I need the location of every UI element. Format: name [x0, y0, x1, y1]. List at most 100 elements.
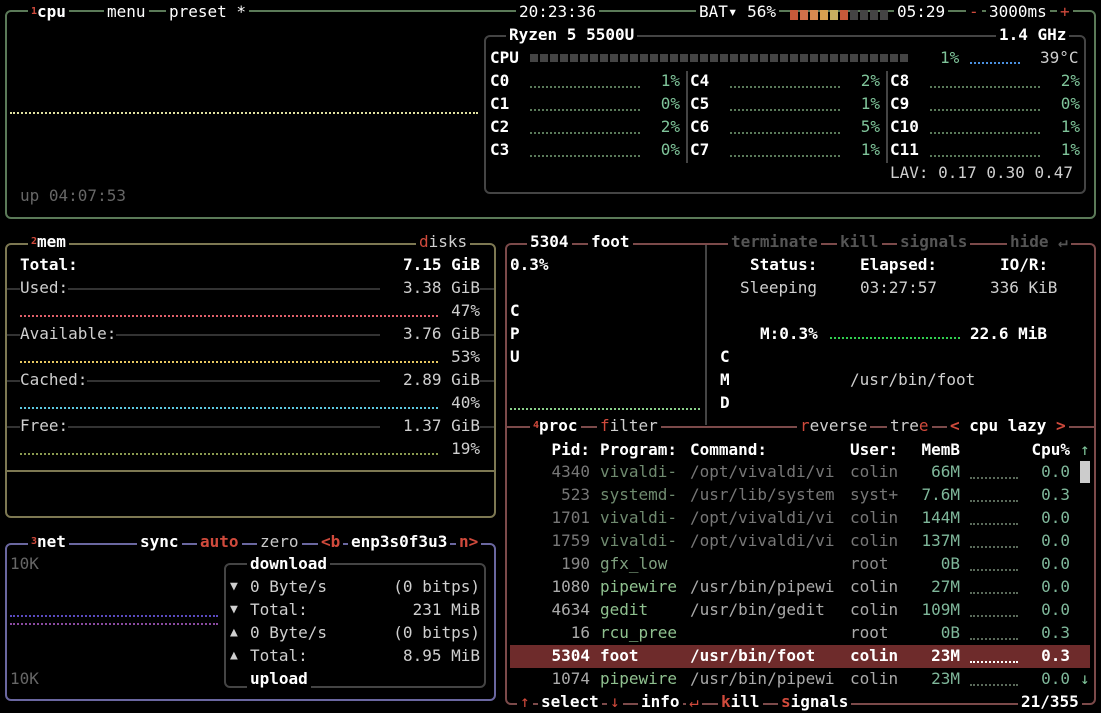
- proc-pid[interactable]: 4634: [540, 600, 590, 620]
- proc-cpu[interactable]: 0.0: [1020, 462, 1070, 482]
- signals-button[interactable]: signals: [778, 692, 852, 712]
- proc-program[interactable]: rcu_pree: [600, 623, 677, 643]
- sort-prev-icon[interactable]: <: [950, 416, 960, 435]
- header-pid[interactable]: Pid:: [540, 440, 590, 460]
- core-column-divider: [686, 94, 688, 117]
- proc-user[interactable]: colin: [850, 669, 898, 689]
- preset-button[interactable]: preset *: [166, 2, 250, 22]
- proc-pid[interactable]: 190: [540, 554, 590, 574]
- next-interface-button[interactable]: n>: [456, 532, 482, 552]
- proc-command[interactable]: /opt/vivaldi/vi: [690, 462, 835, 482]
- zero-button[interactable]: zero: [257, 532, 302, 552]
- proc-user[interactable]: colin: [850, 508, 898, 528]
- proc-program[interactable]: pipewire: [600, 577, 677, 597]
- io-value: 336 KiB: [990, 278, 1058, 297]
- header-command[interactable]: Command:: [690, 440, 767, 460]
- proc-user[interactable]: colin: [850, 577, 898, 597]
- proc-command[interactable]: /usr/bin/pipewi: [690, 669, 835, 689]
- proc-command[interactable]: /usr/bin/gedit: [690, 600, 825, 620]
- scroll-up-icon[interactable]: ↑: [1080, 440, 1090, 460]
- proc-cpu[interactable]: 0.0: [1020, 669, 1070, 689]
- filter-button[interactable]: filter: [597, 416, 661, 436]
- proc-pid[interactable]: 4340: [540, 462, 590, 482]
- proc-command[interactable]: /usr/lib/system: [690, 485, 835, 505]
- proc-program[interactable]: foot: [600, 646, 639, 666]
- info-button[interactable]: info: [638, 692, 683, 712]
- proc-mem[interactable]: 144M: [900, 508, 960, 528]
- proc-pid[interactable]: 1759: [540, 531, 590, 551]
- sort-selector[interactable]: < cpu lazy >: [947, 416, 1069, 436]
- proc-user[interactable]: root: [850, 554, 889, 574]
- proc-user[interactable]: syst+: [850, 485, 898, 505]
- proc-user[interactable]: colin: [850, 531, 898, 551]
- prev-interface-button[interactable]: <b: [318, 532, 344, 552]
- signals-label: ignals: [790, 692, 849, 711]
- header-mem[interactable]: MemB: [910, 440, 960, 460]
- menu-button[interactable]: menu: [104, 2, 149, 22]
- proc-cpu[interactable]: 0.0: [1020, 508, 1070, 528]
- proc-program[interactable]: vivaldi-: [600, 462, 677, 482]
- rate-increase-button[interactable]: +: [1057, 2, 1073, 22]
- proc-pid[interactable]: 1701: [540, 508, 590, 528]
- signals-detail-button[interactable]: signals: [897, 232, 971, 252]
- kill-detail-button[interactable]: kill: [837, 232, 882, 252]
- proc-cpu[interactable]: 0.0: [1020, 600, 1070, 620]
- proc-mem[interactable]: 27M: [900, 577, 960, 597]
- proc-pid[interactable]: 5304: [540, 646, 590, 666]
- hide-button[interactable]: hide ↵: [1007, 232, 1071, 252]
- kill-button[interactable]: kill: [718, 692, 763, 712]
- proc-cpu[interactable]: 0.0: [1020, 554, 1070, 574]
- auto-button[interactable]: auto: [197, 532, 242, 552]
- proc-mem[interactable]: 137M: [900, 531, 960, 551]
- reverse-button[interactable]: reverse: [797, 416, 871, 436]
- proc-program[interactable]: vivaldi-: [600, 508, 677, 528]
- detail-cpu-graph: [510, 408, 700, 410]
- proc-title[interactable]: 4proc: [530, 416, 581, 436]
- proc-mem[interactable]: 0B: [900, 623, 960, 643]
- proc-pid[interactable]: 1074: [540, 669, 590, 689]
- proc-mem[interactable]: 23M: [900, 669, 960, 689]
- net-title[interactable]: 3net: [28, 532, 69, 552]
- proc-pid[interactable]: 523: [540, 485, 590, 505]
- proc-user[interactable]: colin: [850, 646, 898, 666]
- proc-program[interactable]: systemd-: [600, 485, 677, 505]
- header-cpu[interactable]: Cpu%: [1020, 440, 1070, 460]
- proc-mem[interactable]: 66M: [900, 462, 960, 482]
- proc-mem[interactable]: 109M: [900, 600, 960, 620]
- proc-command[interactable]: /opt/vivaldi/vi: [690, 508, 835, 528]
- proc-program[interactable]: vivaldi-: [600, 531, 677, 551]
- scrollbar-thumb[interactable]: [1080, 461, 1090, 483]
- cpu-title[interactable]: 1cpu: [28, 2, 69, 22]
- rate-decrease-button[interactable]: -: [966, 2, 982, 22]
- proc-command[interactable]: /usr/bin/pipewi: [690, 577, 835, 597]
- proc-command[interactable]: /opt/vivaldi/vi: [690, 531, 835, 551]
- header-user[interactable]: User:: [850, 440, 898, 460]
- proc-cpu[interactable]: 0.0: [1020, 577, 1070, 597]
- scroll-down-icon[interactable]: ↓: [1080, 669, 1090, 689]
- proc-cpu[interactable]: 0.0: [1020, 531, 1070, 551]
- proc-mem[interactable]: 0B: [900, 554, 960, 574]
- proc-pid[interactable]: 16: [540, 623, 590, 643]
- proc-program[interactable]: gedit: [600, 600, 648, 620]
- header-program[interactable]: Program:: [600, 440, 677, 460]
- proc-user[interactable]: colin: [850, 462, 898, 482]
- proc-mem[interactable]: 23M: [900, 646, 960, 666]
- proc-cpu[interactable]: 0.3: [1020, 623, 1070, 643]
- proc-program[interactable]: gfx_low: [600, 554, 667, 574]
- proc-user[interactable]: root: [850, 623, 889, 643]
- mem-title[interactable]: 2mem: [28, 232, 69, 252]
- terminate-button[interactable]: terminate: [728, 232, 821, 252]
- proc-cpu[interactable]: 0.3: [1020, 646, 1070, 666]
- proc-pid[interactable]: 1080: [540, 577, 590, 597]
- select-down-icon[interactable]: ↓: [607, 692, 623, 712]
- proc-command[interactable]: /usr/bin/foot: [690, 646, 815, 666]
- sync-button[interactable]: sync: [137, 532, 182, 552]
- select-up-icon[interactable]: ↑: [517, 692, 533, 712]
- proc-mem[interactable]: 7.6M: [900, 485, 960, 505]
- proc-program[interactable]: pipewire: [600, 669, 677, 689]
- tree-button[interactable]: tree: [887, 416, 932, 436]
- proc-cpu[interactable]: 0.3: [1020, 485, 1070, 505]
- proc-user[interactable]: colin: [850, 600, 898, 620]
- disks-button[interactable]: disks: [416, 232, 471, 252]
- sort-next-icon[interactable]: >: [1056, 416, 1066, 435]
